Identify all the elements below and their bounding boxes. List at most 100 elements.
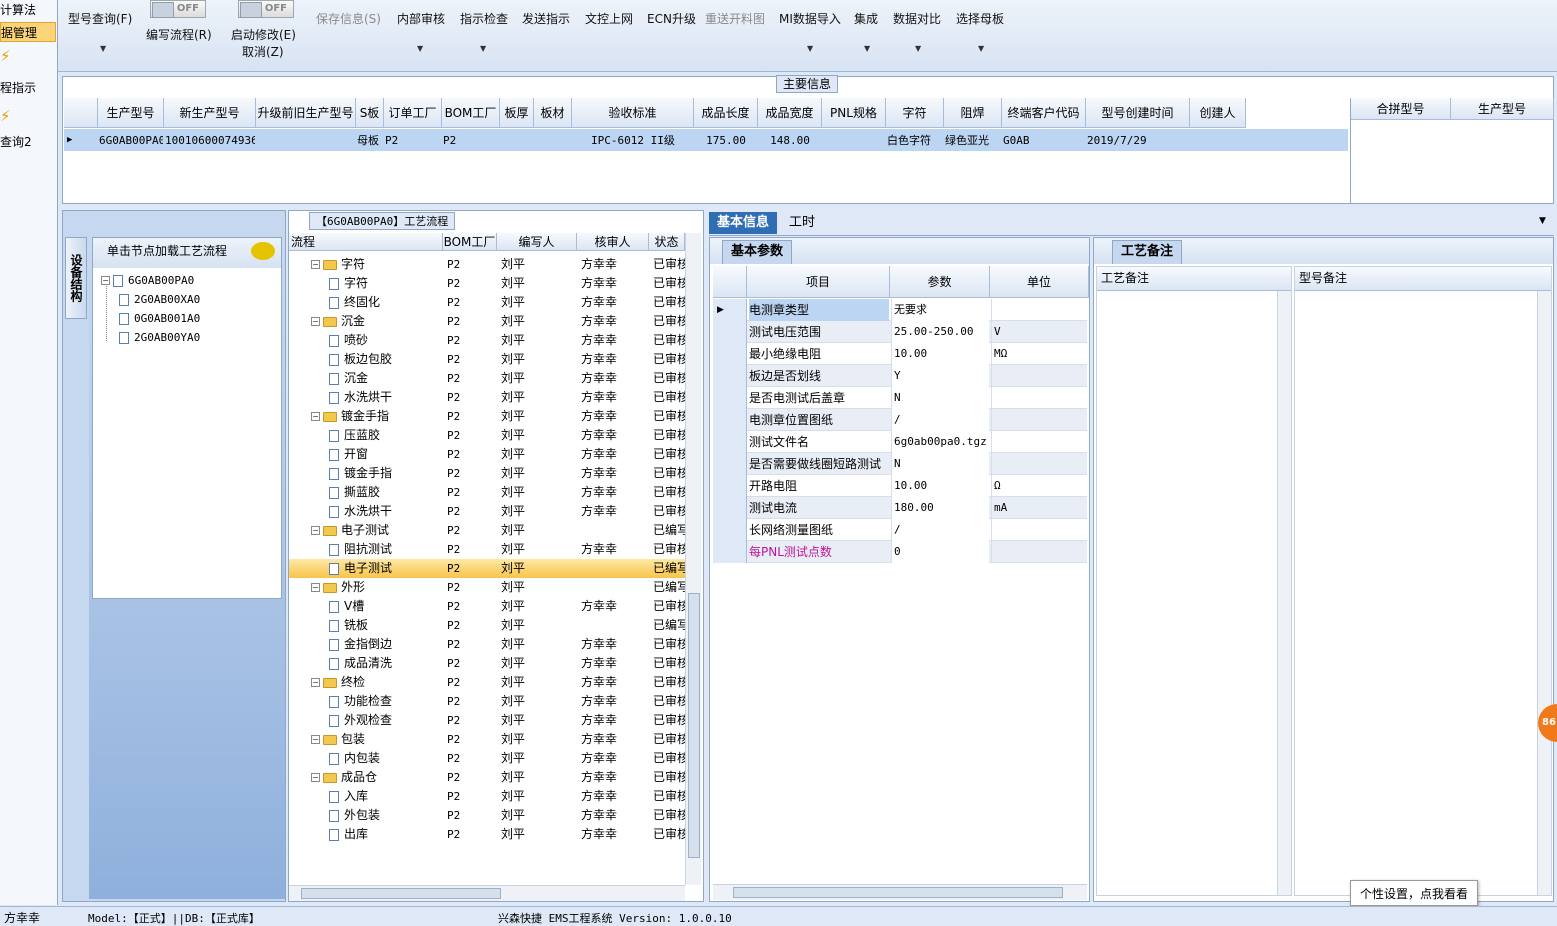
- process-header[interactable]: 编写人: [497, 233, 577, 251]
- process-row[interactable]: − 字符 P2 刘平 方幸幸 已审核: [289, 255, 685, 274]
- param-row[interactable]: 开路电阻 10.00 Ω: [713, 475, 1087, 497]
- process-row[interactable]: 开窗 P2 刘平 方幸幸 已审核: [289, 445, 685, 464]
- model-query-button[interactable]: 型号查询(F): [68, 10, 132, 27]
- process-row[interactable]: 字符 P2 刘平 方幸幸 已审核: [289, 274, 685, 293]
- process-row[interactable]: 终固化 P2 刘平 方幸幸 已审核: [289, 293, 685, 312]
- scroll-thumb[interactable]: [688, 593, 700, 858]
- process-vertical-scrollbar[interactable]: [685, 233, 701, 885]
- doc-control-online-button[interactable]: 文控上网: [585, 10, 633, 27]
- data-compare-button[interactable]: 数据对比: [893, 10, 941, 27]
- param-value[interactable]: /: [891, 519, 989, 541]
- main-info-cell[interactable]: [257, 131, 355, 151]
- nav-item-calc[interactable]: 计算法: [0, 0, 56, 20]
- process-header[interactable]: 状态: [649, 233, 685, 251]
- main-info-cell[interactable]: [823, 131, 885, 151]
- process-remarks-scrollbar[interactable]: [1277, 291, 1291, 895]
- collapse-icon[interactable]: −: [311, 773, 320, 782]
- process-row[interactable]: 板边包胶 P2 刘平 方幸幸 已审核: [289, 350, 685, 369]
- process-row[interactable]: 电子测试 P2 刘平 已编写: [289, 559, 685, 578]
- collapse-icon[interactable]: −: [311, 317, 320, 326]
- param-value[interactable]: N: [891, 453, 989, 475]
- process-row[interactable]: − 外形 P2 刘平 已编写: [289, 578, 685, 597]
- row-header[interactable]: [713, 321, 747, 343]
- model-remarks-scrollbar[interactable]: [1537, 291, 1551, 895]
- main-info-header[interactable]: 新生产型号: [164, 98, 256, 128]
- main-info-header[interactable]: S板: [356, 98, 384, 128]
- main-info-header[interactable]: 板材: [534, 98, 572, 128]
- process-row[interactable]: 功能检查 P2 刘平 方幸幸 已审核: [289, 692, 685, 711]
- process-row[interactable]: 金指倒边 P2 刘平 方幸幸 已审核: [289, 635, 685, 654]
- param-value[interactable]: N: [891, 387, 989, 409]
- collapse-icon[interactable]: −: [311, 583, 320, 592]
- tab-work-hours[interactable]: 工时: [781, 212, 823, 234]
- main-info-cell[interactable]: 绿色亚光: [945, 131, 1001, 151]
- param-row[interactable]: ▶ 电测章类型 无要求: [713, 299, 1087, 321]
- process-row[interactable]: 外观检查 P2 刘平 方幸幸 已审核: [289, 711, 685, 730]
- param-row[interactable]: 最小绝缘电阻 10.00 MΩ: [713, 343, 1087, 365]
- main-info-cell[interactable]: P2: [443, 131, 499, 151]
- main-info-header[interactable]: BOM工厂: [442, 98, 500, 128]
- tab-device-structure[interactable]: 设备结构: [65, 237, 87, 319]
- process-row[interactable]: 外包装 P2 刘平 方幸幸 已审核: [289, 806, 685, 825]
- instruction-check-button[interactable]: 指示检查: [460, 10, 508, 27]
- param-value[interactable]: 10.00: [891, 475, 989, 497]
- process-row[interactable]: V槽 P2 刘平 方幸幸 已审核: [289, 597, 685, 616]
- row-header[interactable]: [713, 453, 747, 475]
- main-info-header[interactable]: 字符: [886, 98, 944, 128]
- main-info-header[interactable]: 创建人: [1190, 98, 1246, 128]
- collapse-icon[interactable]: −: [311, 526, 320, 535]
- main-info-cell[interactable]: 母板: [357, 131, 383, 151]
- nav-item-query2[interactable]: 查询2: [0, 132, 56, 152]
- row-header[interactable]: [713, 497, 747, 519]
- collapse-icon[interactable]: −: [311, 412, 320, 421]
- nav-item-data-mgmt[interactable]: 据管理: [0, 22, 56, 42]
- param-value[interactable]: 0: [891, 541, 989, 563]
- row-header[interactable]: [713, 519, 747, 541]
- scroll-thumb[interactable]: [733, 887, 1063, 898]
- internal-review-button[interactable]: 内部审核: [397, 10, 445, 27]
- main-info-cell[interactable]: 175.00: [695, 131, 757, 151]
- main-info-cell[interactable]: 10010600074936: [165, 131, 255, 151]
- process-row[interactable]: − 终检 P2 刘平 方幸幸 已审核: [289, 673, 685, 692]
- process-row[interactable]: 出库 P2 刘平 方幸幸 已审核: [289, 825, 685, 844]
- param-value[interactable]: 无要求: [891, 299, 989, 321]
- mi-data-import-button[interactable]: MI数据导入: [779, 10, 841, 27]
- row-header[interactable]: [713, 343, 747, 365]
- main-info-header[interactable]: 成品宽度: [758, 98, 822, 128]
- params-horizontal-scrollbar[interactable]: [713, 884, 1087, 900]
- process-row[interactable]: 喷砂 P2 刘平 方幸幸 已审核: [289, 331, 685, 350]
- process-row[interactable]: 撕蓝胶 P2 刘平 方幸幸 已审核: [289, 483, 685, 502]
- main-info-cell[interactable]: [1191, 131, 1245, 151]
- personalize-tooltip[interactable]: 个性设置，点我看看: [1350, 880, 1478, 906]
- select-mother-board-button[interactable]: 选择母板: [956, 10, 1004, 27]
- scroll-thumb[interactable]: [301, 888, 501, 899]
- chevron-down-icon[interactable]: ▼: [915, 44, 921, 53]
- main-info-header[interactable]: 型号创建时间: [1086, 98, 1190, 128]
- speech-bubble-icon[interactable]: [251, 242, 275, 260]
- param-row[interactable]: 是否电测试后盖章 N: [713, 387, 1087, 409]
- param-row[interactable]: 长网络测量图纸 /: [713, 519, 1087, 541]
- main-info-header[interactable]: 验收标准: [572, 98, 694, 128]
- process-row[interactable]: 水洗烘干 P2 刘平 方幸幸 已审核: [289, 502, 685, 521]
- main-info-header[interactable]: 生产型号: [98, 98, 164, 128]
- process-header[interactable]: BOM工厂: [443, 233, 497, 251]
- main-info-cell[interactable]: 148.00: [759, 131, 821, 151]
- process-row[interactable]: − 成品仓 P2 刘平 方幸幸 已审核: [289, 768, 685, 787]
- chevron-down-icon[interactable]: ▼: [480, 44, 486, 53]
- write-flow-button[interactable]: 编写流程(R): [146, 26, 212, 43]
- main-info-header[interactable]: 成品长度: [694, 98, 758, 128]
- process-row[interactable]: − 沉金 P2 刘平 方幸幸 已审核: [289, 312, 685, 331]
- param-row[interactable]: 板边是否划线 Y: [713, 365, 1087, 387]
- tree-child-node[interactable]: 2G0AB00XA0: [119, 290, 200, 309]
- main-info-cell[interactable]: 2019/7/29: [1087, 131, 1189, 151]
- chevron-down-icon[interactable]: ▼: [1539, 216, 1546, 226]
- chevron-down-icon[interactable]: ▼: [978, 44, 984, 53]
- row-header[interactable]: ▶: [713, 299, 747, 321]
- process-row[interactable]: − 包装 P2 刘平 方幸幸 已审核: [289, 730, 685, 749]
- tree-child-node[interactable]: 2G0AB00YA0: [119, 328, 200, 347]
- start-modify-button[interactable]: 启动修改(E): [231, 26, 296, 43]
- write-flow-toggle[interactable]: OFF: [150, 0, 206, 18]
- param-value[interactable]: 10.00: [891, 343, 989, 365]
- process-row[interactable]: 成品清洗 P2 刘平 方幸幸 已审核: [289, 654, 685, 673]
- process-row[interactable]: 阻抗测试 P2 刘平 方幸幸 已审核: [289, 540, 685, 559]
